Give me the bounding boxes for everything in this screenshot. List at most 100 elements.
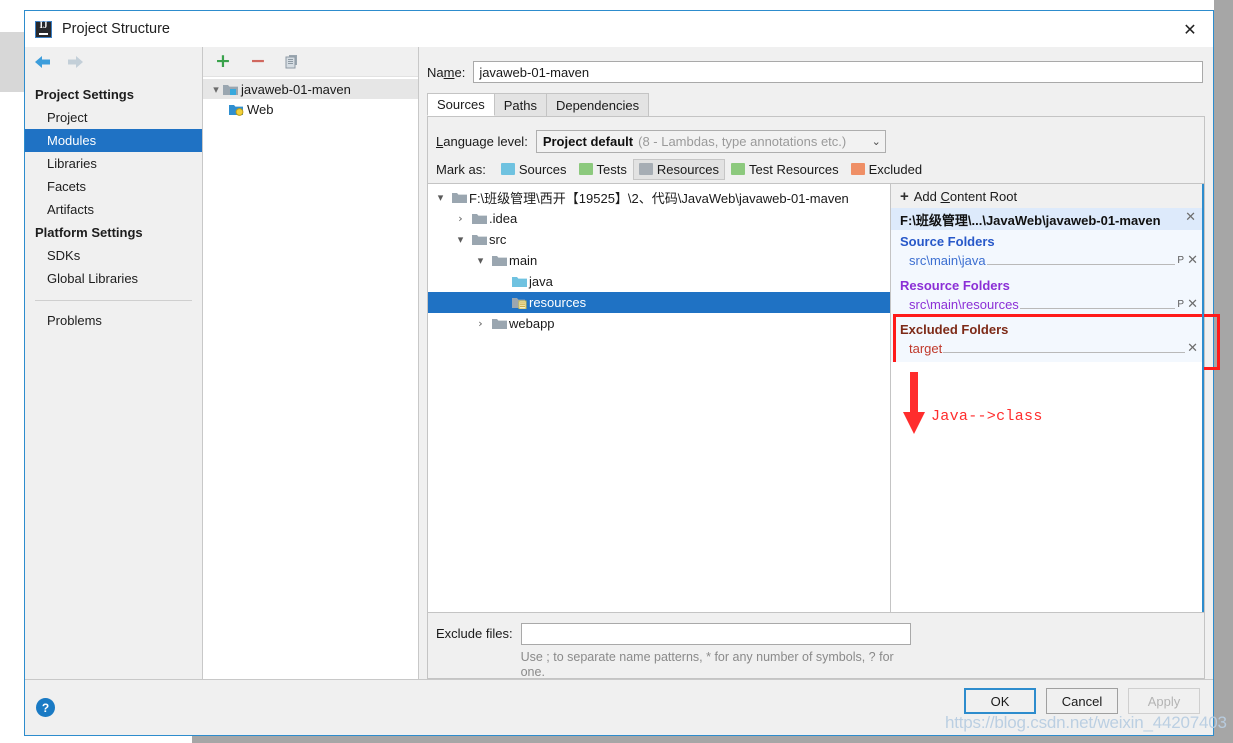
forward-arrow-icon[interactable] [65, 53, 85, 71]
row-rule [986, 254, 1176, 265]
module-tree-item-javaweb-01-maven[interactable]: ▾ javaweb-01-maven [203, 79, 418, 99]
tree-row-label: webapp [509, 316, 555, 331]
ok-button[interactable]: OK [964, 688, 1036, 714]
tree-row-content-root[interactable]: ▾ F:\班级管理\西开【19525】\2、代码\JavaWeb\javaweb… [428, 187, 890, 208]
excluded-folder-path: target [909, 341, 943, 356]
close-icon[interactable]: ✕ [1167, 11, 1213, 47]
sidebar-item-modules[interactable]: Modules [25, 129, 202, 152]
source-folders-section: Source Folders src\main\java P ✕ [891, 230, 1204, 274]
row-rule [1019, 298, 1176, 309]
add-content-root-button[interactable]: + Add Content Root [891, 184, 1204, 208]
chevron-down-icon[interactable]: ▾ [209, 83, 223, 96]
excluded-folders-section: Excluded Folders target ✕ [891, 314, 1220, 370]
tree-row-java[interactable]: java [428, 271, 890, 292]
module-name-input[interactable] [473, 61, 1203, 83]
sources-folder-icon [500, 163, 515, 175]
resources-folder-icon [638, 163, 653, 175]
package-prefix-icon[interactable]: P [1177, 255, 1184, 266]
remove-module-icon[interactable]: − [249, 52, 267, 71]
exclude-files-row: Exclude files: Use ; to separate name pa… [428, 612, 1204, 679]
sidebar-item-artifacts[interactable]: Artifacts [25, 198, 202, 221]
chevron-right-icon[interactable]: › [472, 317, 489, 330]
exclude-files-input[interactable] [520, 623, 911, 645]
tree-row-main[interactable]: ▾ main [428, 250, 890, 271]
remove-excluded-folder-icon[interactable]: ✕ [1187, 341, 1198, 356]
mark-as-test-resources-label: Test Resources [749, 161, 839, 177]
source-folders-title: Source Folders [900, 234, 995, 249]
folder-resources-icon [509, 296, 529, 309]
sidebar-group-platform-settings: Platform Settings [35, 225, 143, 240]
remove-content-root-icon[interactable]: ✕ [1185, 210, 1196, 225]
tab-paths[interactable]: Paths [493, 93, 547, 116]
settings-sidebar: Project Settings Project Modules Librari… [25, 47, 203, 679]
sidebar-item-sdks[interactable]: SDKs [25, 244, 202, 267]
sidebar-item-problems[interactable]: Problems [25, 309, 202, 332]
module-editor-panel: Name: Sources Paths Dependencies Languag… [419, 47, 1220, 679]
excluded-folder-icon [850, 163, 865, 175]
chevron-down-icon[interactable]: ▾ [432, 191, 449, 204]
copy-module-icon[interactable] [284, 53, 302, 71]
sidebar-item-global-libraries[interactable]: Global Libraries [25, 267, 202, 290]
tree-row-label: java [529, 274, 553, 289]
module-folder-icon [223, 83, 241, 96]
mark-as-sources-button[interactable]: Sources [495, 159, 573, 180]
mark-as-resources-button[interactable]: Resources [632, 158, 726, 180]
content-roots-scrollbar[interactable] [1202, 184, 1204, 612]
tests-folder-icon [578, 163, 593, 175]
source-folder-row[interactable]: src\main\java P ✕ [891, 251, 1204, 270]
chevron-down-icon[interactable]: ▾ [472, 254, 489, 267]
tree-row-label: resources [529, 295, 587, 310]
help-icon[interactable]: ? [36, 698, 55, 717]
sidebar-group-project-settings: Project Settings [35, 87, 134, 102]
apply-button: Apply [1128, 688, 1200, 714]
test-resources-folder-icon [731, 163, 746, 175]
excluded-folder-row[interactable]: target ✕ [891, 339, 1204, 358]
language-level-label: Language level: [436, 133, 528, 149]
sidebar-items: Project Settings Project Modules Librari… [25, 77, 202, 332]
module-tree-item-label: Web [247, 101, 274, 117]
sidebar-navigation [25, 47, 202, 77]
language-level-hint: (8 - Lambdas, type annotations etc.) [638, 133, 847, 149]
back-arrow-icon[interactable] [33, 53, 53, 71]
modules-panel: + − ▾ javaweb-01-maven Web [203, 47, 419, 679]
tree-row-webapp[interactable]: › webapp [428, 313, 890, 334]
modules-tree: ▾ javaweb-01-maven Web [203, 77, 418, 119]
mark-as-test-resources-button[interactable]: Test Resources [725, 159, 845, 180]
cancel-button[interactable]: Cancel [1046, 688, 1118, 714]
remove-resource-folder-icon[interactable]: ✕ [1187, 297, 1198, 312]
tree-row-label: F:\班级管理\西开【19525】\2、代码\JavaWeb\javaweb-0… [469, 191, 849, 206]
chevron-down-icon[interactable]: ▾ [452, 233, 469, 246]
tree-row-idea[interactable]: › .idea [428, 208, 890, 229]
tree-row-label: src [489, 232, 507, 247]
mark-as-sources-label: Sources [518, 161, 567, 177]
tab-sources[interactable]: Sources [427, 93, 495, 116]
mark-as-tests-label: Tests [596, 161, 627, 177]
mark-as-excluded-button[interactable]: Excluded [845, 159, 928, 180]
tab-dependencies[interactable]: Dependencies [545, 93, 650, 116]
sidebar-item-facets[interactable]: Facets [25, 175, 202, 198]
language-level-select[interactable]: Project default (8 - Lambdas, type annot… [535, 129, 886, 153]
mark-as-label: Mark as: [436, 161, 486, 177]
dialog-action-buttons: OK Cancel Apply [964, 688, 1200, 714]
exclude-files-hint: Use ; to separate name patterns, * for a… [520, 650, 894, 679]
down-arrow-icon [903, 372, 925, 434]
add-module-icon[interactable]: + [214, 52, 232, 71]
resource-folders-section: Resource Folders src\main\resources P ✕ [891, 274, 1204, 318]
chevron-down-icon[interactable]: ⌄ [872, 135, 881, 148]
chevron-right-icon[interactable]: › [452, 212, 469, 225]
remove-source-folder-icon[interactable]: ✕ [1187, 253, 1198, 268]
tree-row-resources[interactable]: resources [428, 292, 890, 313]
mark-as-tests-button[interactable]: Tests [573, 159, 633, 180]
language-level-value: Project default [542, 133, 634, 149]
module-tree-item-web[interactable]: Web [203, 99, 418, 119]
add-content-root-label: Add Content Root [913, 188, 1018, 204]
content-roots-panel: + Add Content Root F:\班级管理\...\JavaWeb\j… [891, 184, 1220, 612]
sidebar-item-project[interactable]: Project [25, 106, 202, 129]
resource-folder-row[interactable]: src\main\resources P ✕ [891, 295, 1204, 314]
tree-row-src[interactable]: ▾ src [428, 229, 890, 250]
annotation-text: Java-->class [931, 408, 1043, 425]
tree-row-label: .idea [489, 211, 518, 226]
sources-tab-panel: Language level: Project default (8 - Lam… [427, 116, 1220, 679]
package-prefix-icon[interactable]: P [1177, 299, 1184, 310]
sidebar-item-libraries[interactable]: Libraries [25, 152, 202, 175]
